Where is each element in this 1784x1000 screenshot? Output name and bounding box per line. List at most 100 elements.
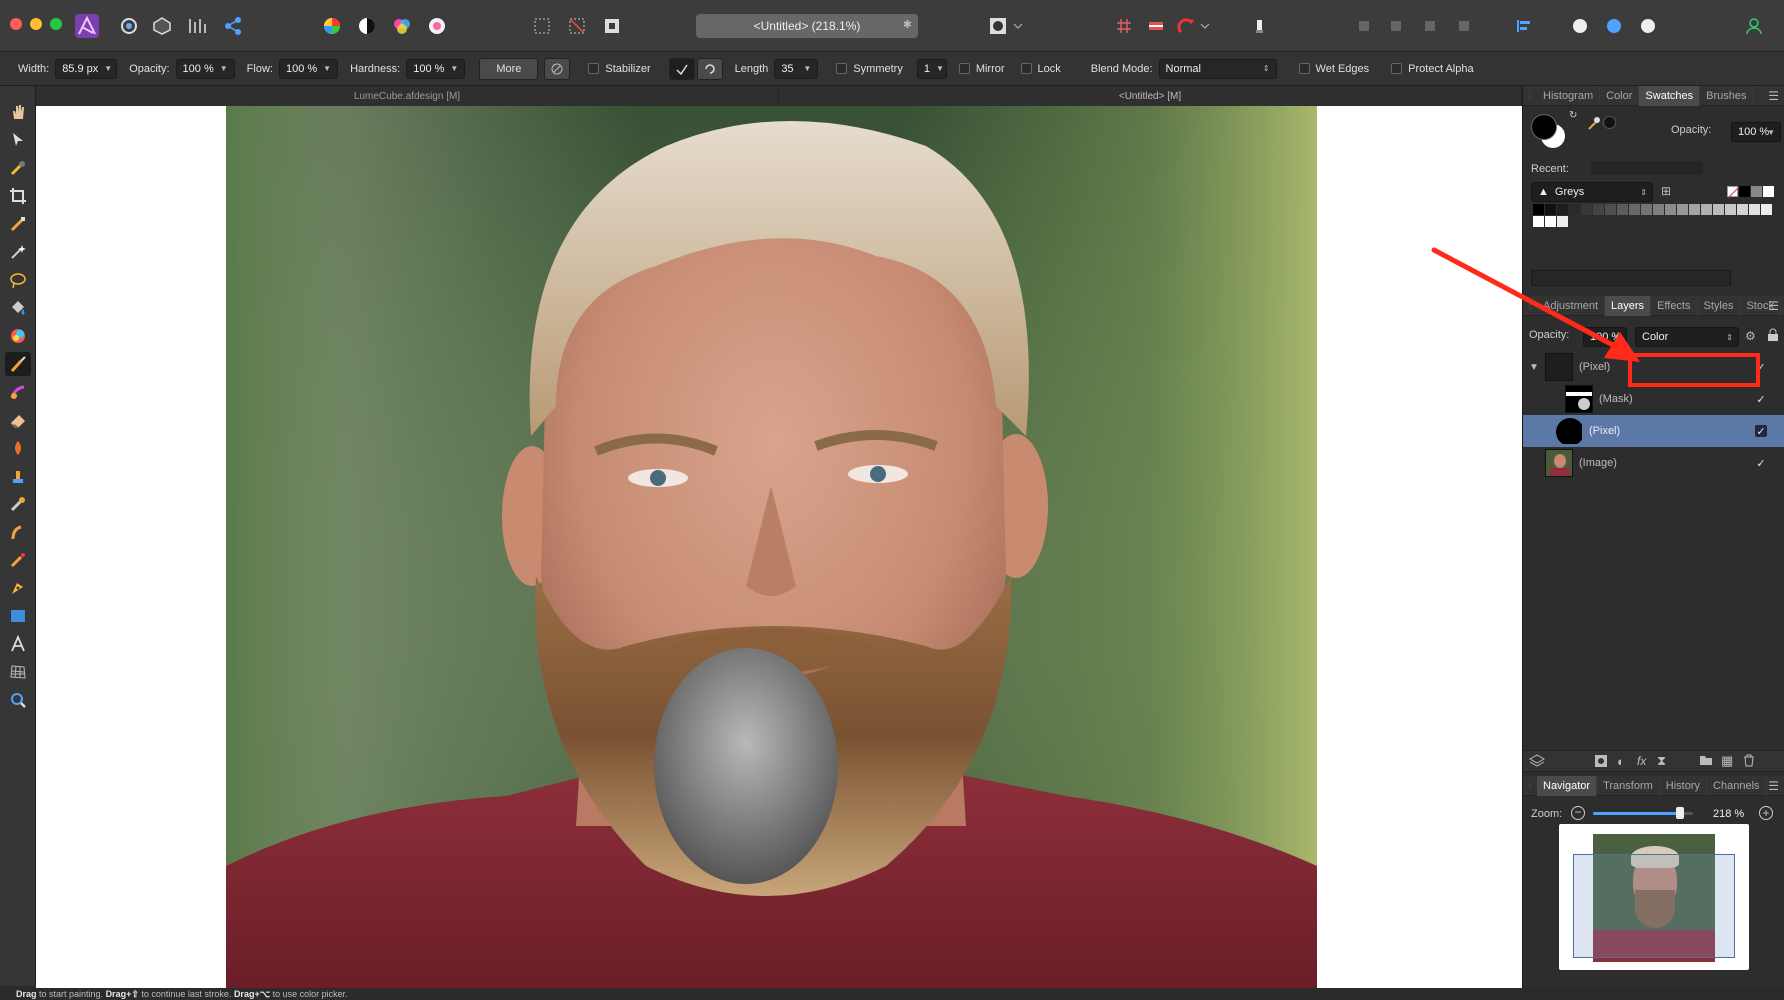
move-tool-icon[interactable] (5, 128, 31, 152)
canvas[interactable] (36, 106, 1522, 988)
layer-row[interactable]: (Mask) ✓ (1523, 383, 1784, 415)
swatch[interactable] (1689, 204, 1700, 215)
swatch[interactable] (1629, 204, 1640, 215)
swatch[interactable] (1739, 186, 1750, 197)
blend-options-icon[interactable]: ⚙ (1745, 329, 1756, 343)
swatch[interactable] (1605, 204, 1616, 215)
trash-icon[interactable] (1743, 754, 1755, 770)
swatch[interactable] (1533, 216, 1544, 227)
navigator-viewport-rect[interactable] (1573, 854, 1735, 958)
color-picker-tool-icon[interactable] (5, 156, 31, 180)
flood-fill-tool-icon[interactable] (5, 296, 31, 320)
tab-navigator[interactable]: Navigator (1537, 775, 1598, 796)
document-tab[interactable]: <Untitled> [M] (779, 86, 1522, 106)
wet-edges-toggle[interactable]: Wet Edges (1298, 63, 1369, 75)
erase-brush-tool-icon[interactable] (5, 408, 31, 432)
navigator-preview[interactable] (1559, 824, 1749, 970)
swatch[interactable] (1593, 204, 1604, 215)
document-tab[interactable]: LumeCube.afdesign [M] (36, 86, 779, 106)
swatch[interactable] (1617, 204, 1628, 215)
smudge-brush-tool-icon[interactable] (5, 520, 31, 544)
panel-menu-icon[interactable]: ☰ (1768, 779, 1779, 793)
brush-flow-field[interactable]: 100 % ▼ (278, 58, 339, 79)
swatch[interactable] (1557, 204, 1568, 215)
zoom-slider-thumb[interactable] (1676, 807, 1684, 819)
brush-opacity-field[interactable]: 100 % ▼ (175, 58, 235, 79)
swatch[interactable] (1725, 204, 1736, 215)
red-eye-tool-icon[interactable] (5, 548, 31, 572)
panel-grip-icon[interactable]: ⁞ (1523, 781, 1537, 791)
layer-visibility-checkbox[interactable]: ✓ (1755, 457, 1767, 470)
brush-hardness-field[interactable]: 100 % ▼ (406, 58, 466, 79)
length-field[interactable]: 35 ▼ (774, 58, 819, 79)
mirror-checkbox[interactable] (958, 63, 970, 74)
layer-opacity-field[interactable]: 100 % ▼ (1583, 327, 1627, 347)
selection-brush-tool-icon[interactable] (5, 212, 31, 236)
layer-visibility-checkbox[interactable]: ✓ (1755, 361, 1767, 374)
panel-menu-icon[interactable]: ☰ (1768, 89, 1779, 103)
tab-layers[interactable]: Layers (1605, 295, 1652, 316)
swatch[interactable] (1545, 204, 1556, 215)
mesh-warp-tool-icon[interactable] (5, 660, 31, 684)
pixel-layer-icon[interactable]: ▦ (1721, 753, 1733, 769)
swatch[interactable] (1737, 204, 1748, 215)
primary-color-swatch[interactable] (1531, 114, 1557, 140)
layers-stack-icon[interactable] (1528, 754, 1546, 771)
freehand-selection-tool-icon[interactable] (5, 268, 31, 292)
swatch[interactable] (1677, 204, 1688, 215)
window-mode-icon[interactable] (696, 57, 723, 80)
lock-toggle[interactable]: Lock (1020, 63, 1061, 75)
magnet-icon[interactable] (1174, 12, 1214, 40)
lock-icon[interactable] (1767, 328, 1779, 345)
disclosure-triangle-icon[interactable]: ▼ (1529, 362, 1539, 373)
add-swatch-icon[interactable]: ⊞ (1661, 184, 1671, 198)
affinity-photo-app-icon[interactable] (73, 12, 101, 40)
tab-histogram[interactable]: Histogram (1537, 85, 1601, 106)
swatch[interactable] (1557, 216, 1568, 227)
rectangle-tool-icon[interactable] (5, 604, 31, 628)
export-persona-icon[interactable] (220, 12, 246, 40)
protect-alpha-checkbox[interactable] (1391, 63, 1403, 74)
swatch[interactable] (1713, 204, 1724, 215)
swatch-search-field[interactable] (1531, 270, 1731, 286)
more-button[interactable]: More (479, 57, 539, 80)
swatch[interactable] (1545, 216, 1556, 227)
tab-history[interactable]: History (1660, 775, 1708, 796)
symmetry-checkbox[interactable] (836, 63, 848, 74)
fx-icon[interactable]: fx (1637, 754, 1646, 768)
layer-row[interactable]: (Pixel) ✓ (1523, 415, 1784, 447)
paint-bucket-icon[interactable] (1245, 12, 1273, 40)
layers-blend-mode-select[interactable]: Color ⇕ (1635, 327, 1739, 347)
zoom-out-icon[interactable]: − (1571, 806, 1585, 820)
layer-row[interactable]: (Image) ✓ (1523, 447, 1784, 479)
user-icon[interactable] (1740, 12, 1768, 40)
swatch[interactable] (1751, 186, 1762, 197)
dodge-brush-tool-icon[interactable] (5, 436, 31, 460)
tab-color[interactable]: Color (1600, 85, 1640, 106)
hsl-icon[interactable] (388, 12, 416, 40)
zoom-slider[interactable] (1593, 807, 1693, 819)
swatch[interactable] (1665, 204, 1676, 215)
tab-brushes[interactable]: Brushes (1700, 85, 1754, 106)
marquee-selection-icon[interactable] (527, 12, 557, 40)
swatch[interactable] (1581, 204, 1592, 215)
swatch[interactable] (1763, 186, 1774, 197)
rope-mode-icon[interactable] (668, 57, 695, 80)
swatch[interactable] (1653, 204, 1664, 215)
swatch[interactable] (1761, 204, 1772, 215)
live-filter-icon[interactable]: ⧗ (1657, 753, 1666, 769)
contrast-icon[interactable] (353, 12, 381, 40)
panel-grip-icon[interactable]: ⁞ (1523, 301, 1537, 311)
swatch[interactable] (1533, 204, 1544, 215)
layer-visibility-checkbox[interactable]: ✓ (1755, 393, 1767, 406)
tab-channels[interactable]: Channels (1707, 775, 1767, 796)
tab-swatches[interactable]: Swatches (1639, 85, 1701, 106)
pen-tool-icon[interactable] (5, 576, 31, 600)
tab-effects[interactable]: Effects (1651, 295, 1698, 316)
swatch[interactable] (1641, 204, 1652, 215)
grid-icon[interactable] (1110, 12, 1138, 40)
stabilizer-checkbox[interactable] (588, 63, 600, 74)
invert-selection-icon[interactable] (597, 12, 627, 40)
layer-visibility-checkbox[interactable]: ✓ (1755, 425, 1767, 438)
tab-transform[interactable]: Transform (1597, 775, 1660, 796)
